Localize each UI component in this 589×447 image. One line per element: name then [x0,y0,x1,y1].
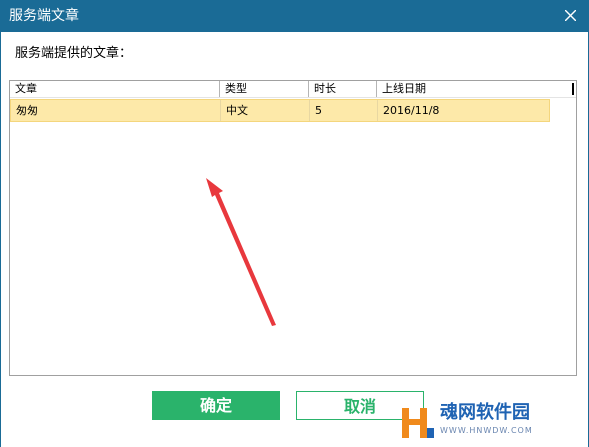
window-border-left [0,32,1,447]
prompt-label: 服务端提供的文章： [15,46,133,61]
watermark-logo-icon [402,408,434,438]
cell-article: 匆匆 [11,100,221,121]
close-button[interactable] [552,0,589,32]
watermark: 魂网软件园 WWW.HNWDW.COM [400,402,580,442]
column-header-duration[interactable]: 时长 [309,81,377,97]
dialog-window: 服务端文章 服务端提供的文章： 文章 类型 时长 上线日期 匆匆 中文 5 20… [0,0,589,447]
ok-button[interactable]: 确定 [152,391,280,420]
title-bar[interactable]: 服务端文章 [0,0,589,32]
window-title: 服务端文章 [9,8,79,24]
watermark-text: 魂网软件园 [440,402,530,423]
close-icon [565,10,576,21]
column-header-online-date[interactable]: 上线日期 [377,81,572,97]
column-header-article[interactable]: 文章 [10,81,220,97]
cell-online-date: 2016/11/8 [383,104,440,117]
column-header-type[interactable]: 类型 [220,81,309,97]
cell-duration: 5 [310,100,378,121]
article-list[interactable]: 文章 类型 时长 上线日期 匆匆 中文 5 2016/11/8 [9,80,577,376]
cell-type: 中文 [221,100,310,121]
list-header: 文章 类型 时长 上线日期 [10,81,576,98]
watermark-url: WWW.HNWDW.COM [440,426,533,435]
table-row[interactable]: 匆匆 中文 5 2016/11/8 [10,99,550,122]
header-column-end-marker [572,83,574,95]
